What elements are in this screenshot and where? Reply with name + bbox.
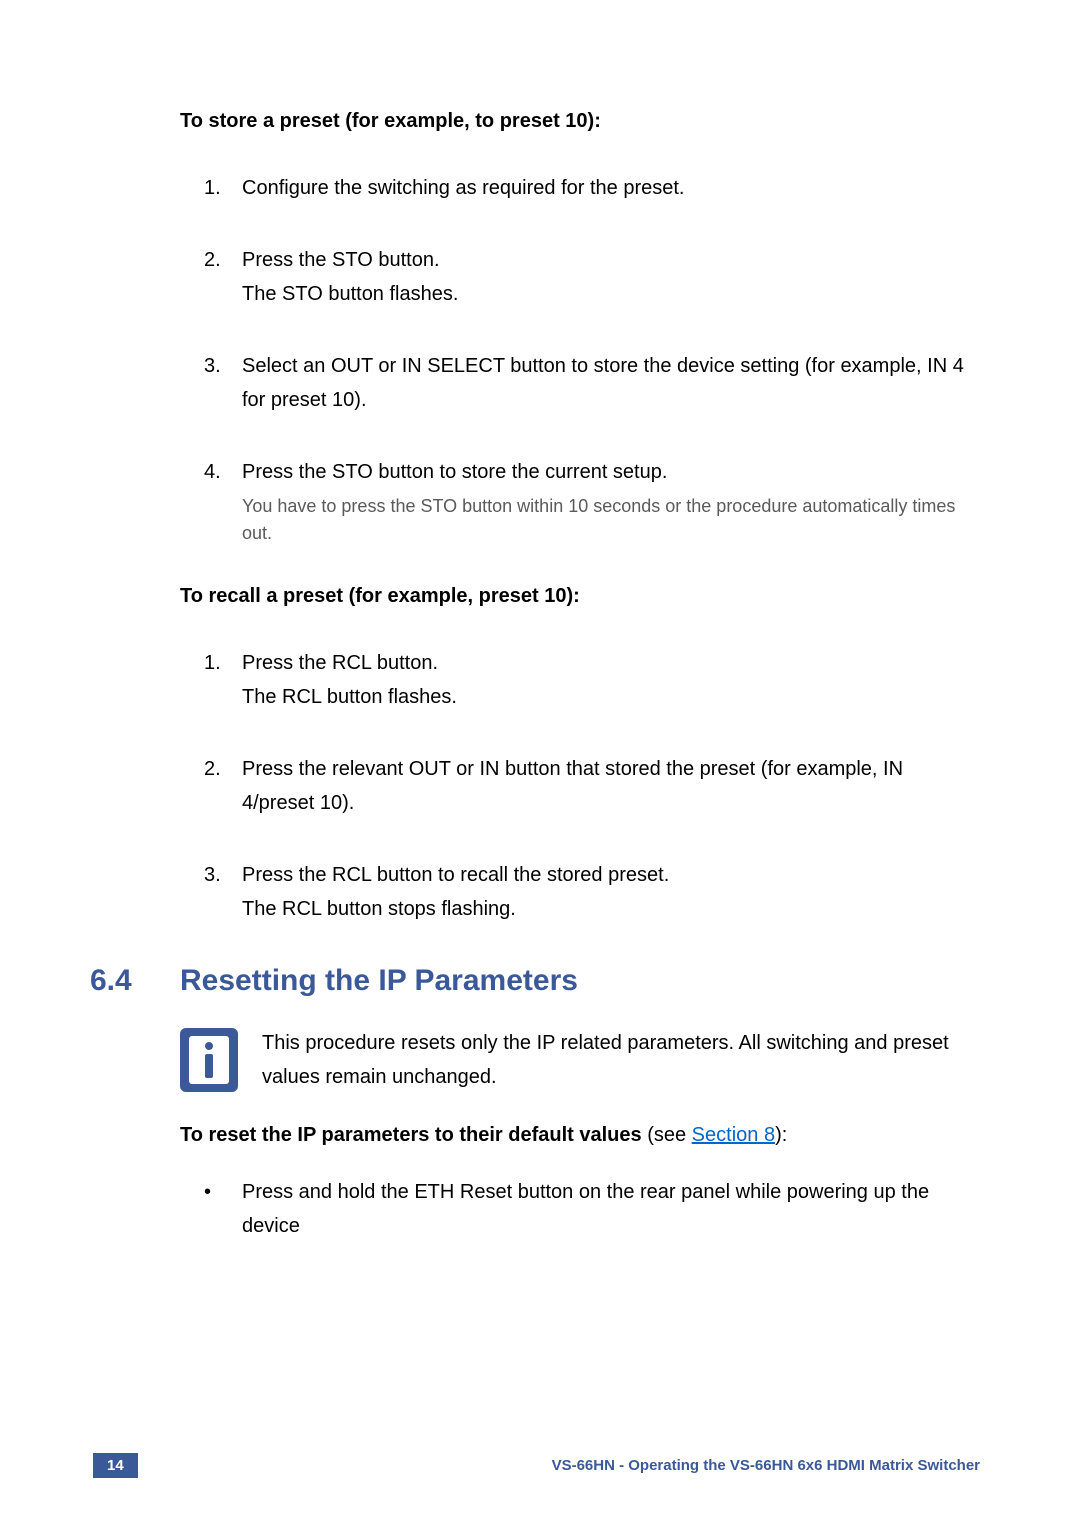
section-heading: 6.4 Resetting the IP Parameters — [90, 964, 980, 998]
page-footer: 14 VS-66HN - Operating the VS-66HN 6x6 H… — [0, 1453, 1080, 1478]
list-item: 3. Select an OUT or IN SELECT button to … — [204, 349, 980, 417]
reset-heading: To reset the IP parameters to their defa… — [180, 1124, 980, 1147]
step-number: 4. — [204, 455, 242, 547]
step-text: Press the RCL button. — [242, 652, 438, 674]
step-text: Configure the switching as required for … — [242, 171, 980, 205]
step-number: 2. — [204, 243, 242, 311]
info-icon — [180, 1028, 238, 1092]
step-subtext: The STO button flashes. — [242, 283, 458, 305]
step-text: Press the STO button to store the curren… — [242, 461, 667, 483]
store-preset-heading: To store a preset (for example, to prese… — [180, 110, 980, 133]
bullet-icon: • — [204, 1175, 242, 1243]
step-text: Select an OUT or IN SELECT button to sto… — [242, 349, 980, 417]
step-number: 1. — [204, 646, 242, 714]
list-item: 1. Press the RCL button. The RCL button … — [204, 646, 980, 714]
page-number: 14 — [93, 1453, 138, 1478]
list-item: 2. Press the STO button. The STO button … — [204, 243, 980, 311]
step-number: 1. — [204, 171, 242, 205]
info-text: This procedure resets only the IP relate… — [262, 1026, 980, 1094]
section-title: Resetting the IP Parameters — [180, 964, 578, 998]
step-number: 2. — [204, 752, 242, 820]
step-subtext: The RCL button flashes. — [242, 686, 457, 708]
list-item: 4. Press the STO button to store the cur… — [204, 455, 980, 547]
section-number: 6.4 — [90, 964, 180, 998]
list-item: 3. Press the RCL button to recall the st… — [204, 858, 980, 926]
step-text: Press the STO button. — [242, 249, 440, 271]
recall-preset-heading: To recall a preset (for example, preset … — [180, 585, 980, 608]
footer-title: VS-66HN - Operating the VS-66HN 6x6 HDMI… — [552, 1457, 980, 1474]
reset-heading-plain: (see — [642, 1124, 692, 1146]
reset-bullet-list: • Press and hold the ETH Reset button on… — [180, 1175, 980, 1243]
step-text: Press the relevant OUT or IN button that… — [242, 752, 980, 820]
step-text: Press the RCL button to recall the store… — [242, 864, 669, 886]
list-item: 1. Configure the switching as required f… — [204, 171, 980, 205]
step-number: 3. — [204, 349, 242, 417]
info-callout: This procedure resets only the IP relate… — [180, 1026, 980, 1094]
list-item: 2. Press the relevant OUT or IN button t… — [204, 752, 980, 820]
bullet-text: Press and hold the ETH Reset button on t… — [242, 1175, 980, 1243]
reset-heading-bold: To reset the IP parameters to their defa… — [180, 1124, 642, 1146]
step-number: 3. — [204, 858, 242, 926]
section-8-link[interactable]: Section 8 — [692, 1124, 775, 1146]
step-note: You have to press the STO button within … — [242, 493, 980, 547]
reset-heading-tail: ): — [775, 1124, 787, 1146]
list-item: • Press and hold the ETH Reset button on… — [204, 1175, 980, 1243]
recall-steps-list: 1. Press the RCL button. The RCL button … — [180, 646, 980, 926]
store-steps-list: 1. Configure the switching as required f… — [180, 171, 980, 547]
step-subtext: The RCL button stops flashing. — [242, 898, 516, 920]
